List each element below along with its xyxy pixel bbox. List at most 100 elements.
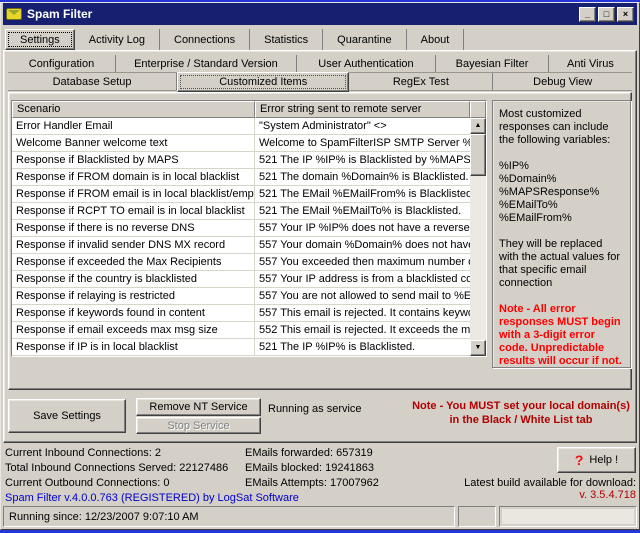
table-row[interactable]: Response if FROM email is in local black… xyxy=(12,186,470,203)
emails-blocked: EMails blocked: 19241863 xyxy=(245,462,374,474)
minimize-button[interactable]: _ xyxy=(579,7,596,22)
table-row[interactable]: Error Handler Email"System Administrator… xyxy=(12,118,470,135)
cell-scenario: Response if RCPT TO email is in local bl… xyxy=(12,203,255,219)
scroll-up-icon[interactable]: ▲ xyxy=(470,118,486,134)
cell-error: "System Administrator" <> xyxy=(255,118,470,134)
column-header-scenario[interactable]: Scenario xyxy=(12,101,255,118)
table-row[interactable]: Welcome Banner welcome textWelcome to Sp… xyxy=(12,135,470,152)
table-row[interactable]: Response if RCPT TO email is in local bl… xyxy=(12,203,470,220)
cell-error: 521 The EMail %EMailTo% is Blacklisted. xyxy=(255,203,470,219)
error-code-warning: Note - All error responses MUST begin wi… xyxy=(499,303,624,368)
tab-quarantine[interactable]: Quarantine xyxy=(323,29,406,50)
tab-enterprise-standard-version[interactable]: Enterprise / Standard Version xyxy=(116,55,297,72)
cell-error: 557 You are not allowed to send mail to … xyxy=(255,288,470,304)
emails-attempts: EMails Attempts: 17007962 xyxy=(245,477,379,489)
latest-build-version[interactable]: v. 3.5.4.718 xyxy=(579,489,636,501)
tab-anti-virus[interactable]: Anti Virus xyxy=(549,55,632,72)
sub-tab-bars: Configuration Enterprise / Standard Vers… xyxy=(8,55,632,91)
status-bar: Running since: 12/23/2007 9:07:10 AM xyxy=(3,506,637,527)
cell-error: Welcome to SpamFilterISP SMTP Server %Ve… xyxy=(255,135,470,151)
running-as-service-label: Running as service xyxy=(268,403,362,415)
cell-scenario: Response if email exceeds max msg size xyxy=(12,322,255,338)
table-scrollbar[interactable]: ▲ ▼ xyxy=(470,118,486,356)
cell-scenario: Response if relaying is restricted xyxy=(12,288,255,304)
local-domains-note: Note - You MUST set your local domain(s)… xyxy=(410,399,632,427)
cell-error: 557 You exceeded then maximum number of … xyxy=(255,254,470,270)
app-envelope-icon xyxy=(6,8,22,20)
tab-database-setup[interactable]: Database Setup xyxy=(8,73,177,90)
tab-bayesian-filter[interactable]: Bayesian Filter xyxy=(436,55,549,72)
variable-domain: %Domain% xyxy=(499,173,624,186)
table-row[interactable]: Response if the country is blacklisted55… xyxy=(12,271,470,288)
cell-error: 521 The domain %Domain% is Blacklisted. xyxy=(255,169,470,185)
table-row[interactable]: Response if Blacklisted by MAPS521 The I… xyxy=(12,152,470,169)
variables-explanation: They will be replaced with the actual va… xyxy=(499,238,624,290)
title-bar[interactable]: Spam Filter _ □ × xyxy=(3,3,637,25)
tab-statistics[interactable]: Statistics xyxy=(250,29,323,50)
cell-error: 521 The IP %IP% is Blacklisted by %MAPSR… xyxy=(255,152,470,168)
variables-intro: Most customized responses can include th… xyxy=(499,108,624,147)
current-inbound-connections: Current Inbound Connections: 2 xyxy=(5,447,161,459)
column-header-filler xyxy=(470,101,486,118)
table-row[interactable]: Response if FROM domain is in local blac… xyxy=(12,169,470,186)
table-header: Scenario Error string sent to remote ser… xyxy=(12,101,486,118)
tab-configuration[interactable]: Configuration xyxy=(8,55,116,72)
cell-error: 552 This email is rejected. It exceeds t… xyxy=(255,322,470,338)
table-row[interactable]: Response if keywords found in content557… xyxy=(12,305,470,322)
maximize-button[interactable]: □ xyxy=(598,7,615,22)
cell-scenario: Response if FROM email is in local black… xyxy=(12,186,255,202)
table-row[interactable]: Response if there is no reverse DNS557 Y… xyxy=(12,220,470,237)
latest-build-label: Latest build available for download: xyxy=(464,477,636,489)
close-button[interactable]: × xyxy=(617,7,634,22)
current-outbound-connections: Current Outbound Connections: 0 xyxy=(5,477,170,489)
stop-service-button: Stop Service xyxy=(136,417,261,434)
sub-tab-row-1: Configuration Enterprise / Standard Vers… xyxy=(8,55,632,73)
table-row[interactable]: Response if email exceeds max msg size55… xyxy=(12,322,470,339)
variable-ip: %IP% xyxy=(499,160,624,173)
save-settings-button[interactable]: Save Settings xyxy=(8,399,126,433)
tab-settings[interactable]: Settings xyxy=(5,29,75,50)
variables-help-panel: Most customized responses can include th… xyxy=(492,100,631,368)
cell-scenario: Response if IP is in local blacklist xyxy=(12,339,255,355)
column-header-error-string[interactable]: Error string sent to remote server xyxy=(255,101,470,118)
tab-user-authentication[interactable]: User Authentication xyxy=(297,55,436,72)
table-row[interactable]: Response if IP is in local blacklist521 … xyxy=(12,339,470,356)
table-body: Error Handler Email"System Administrator… xyxy=(12,118,470,356)
variable-mapsresponse: %MAPSResponse% xyxy=(499,186,624,199)
cell-error: 557 Your domain %Domain% does not have a… xyxy=(255,237,470,253)
table-row[interactable]: Response if relaying is restricted557 Yo… xyxy=(12,288,470,305)
cell-scenario: Response if FROM domain is in local blac… xyxy=(12,169,255,185)
cell-scenario: Response if Blacklisted by MAPS xyxy=(12,152,255,168)
tab-connections[interactable]: Connections xyxy=(160,29,250,50)
tab-debug-view[interactable]: Debug View xyxy=(493,73,632,90)
scroll-down-icon[interactable]: ▼ xyxy=(470,340,486,356)
cell-scenario: Response if exceeded the Max Recipients xyxy=(12,254,255,270)
help-button[interactable]: ? Help ! xyxy=(557,447,636,473)
variable-emailfrom: %EMailFrom% xyxy=(499,212,624,225)
tab-about[interactable]: About xyxy=(407,29,465,50)
table-row[interactable]: Response if invalid sender DNS MX record… xyxy=(12,237,470,254)
cell-scenario: Response if keywords found in content xyxy=(12,305,255,321)
running-since-panel: Running since: 12/23/2007 9:07:10 AM xyxy=(3,506,455,527)
variable-emailto: %EMailTo% xyxy=(499,199,624,212)
status-progress-panel xyxy=(499,506,637,527)
app-version-line: Spam Filter v.4.0.0.763 (REGISTERED) by … xyxy=(5,492,299,504)
total-inbound-connections: Total Inbound Connections Served: 221274… xyxy=(5,462,228,474)
cell-error: 557 Your IP %IP% does not have a reverse… xyxy=(255,220,470,236)
cell-scenario: Response if the country is blacklisted xyxy=(12,271,255,287)
help-button-label: Help ! xyxy=(589,454,618,466)
scrollbar-thumb[interactable] xyxy=(470,134,486,176)
cell-error: 557 This email is rejected. It contains … xyxy=(255,305,470,321)
status-panel-empty xyxy=(458,506,496,527)
table-row[interactable]: Response if exceeded the Max Recipients5… xyxy=(12,254,470,271)
cell-error: 521 The EMail %EMailFrom% is Blacklisted… xyxy=(255,186,470,202)
remove-nt-service-button[interactable]: Remove NT Service xyxy=(136,398,261,416)
tab-customized-items[interactable]: Customized Items xyxy=(177,72,349,92)
tab-regex-test[interactable]: RegEx Test xyxy=(349,73,493,90)
statistics-area: Current Inbound Connections: 2 Total Inb… xyxy=(0,443,640,505)
main-tab-bar: Settings Activity Log Connections Statis… xyxy=(5,29,464,50)
window-title: Spam Filter xyxy=(27,7,92,21)
tab-activity-log[interactable]: Activity Log xyxy=(75,29,160,50)
cell-scenario: Response if there is no reverse DNS xyxy=(12,220,255,236)
customized-items-table: Scenario Error string sent to remote ser… xyxy=(11,100,487,357)
